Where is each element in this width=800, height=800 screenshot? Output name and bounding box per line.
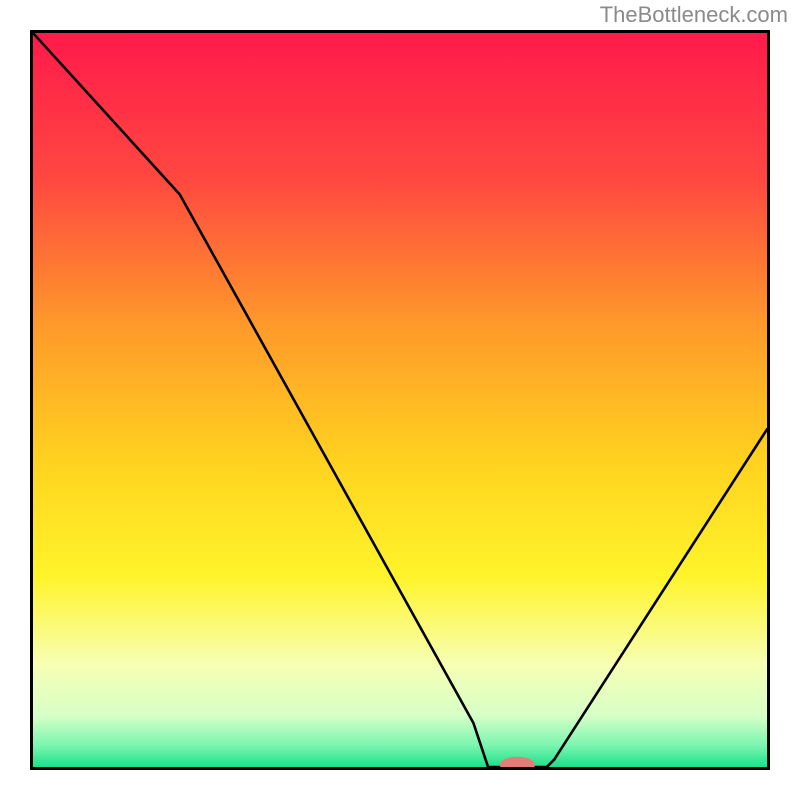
chart-svg	[33, 33, 767, 767]
gradient-background	[33, 33, 767, 767]
watermark-text: TheBottleneck.com	[600, 2, 788, 28]
chart-container: TheBottleneck.com	[0, 0, 800, 800]
plot-area	[30, 30, 770, 770]
